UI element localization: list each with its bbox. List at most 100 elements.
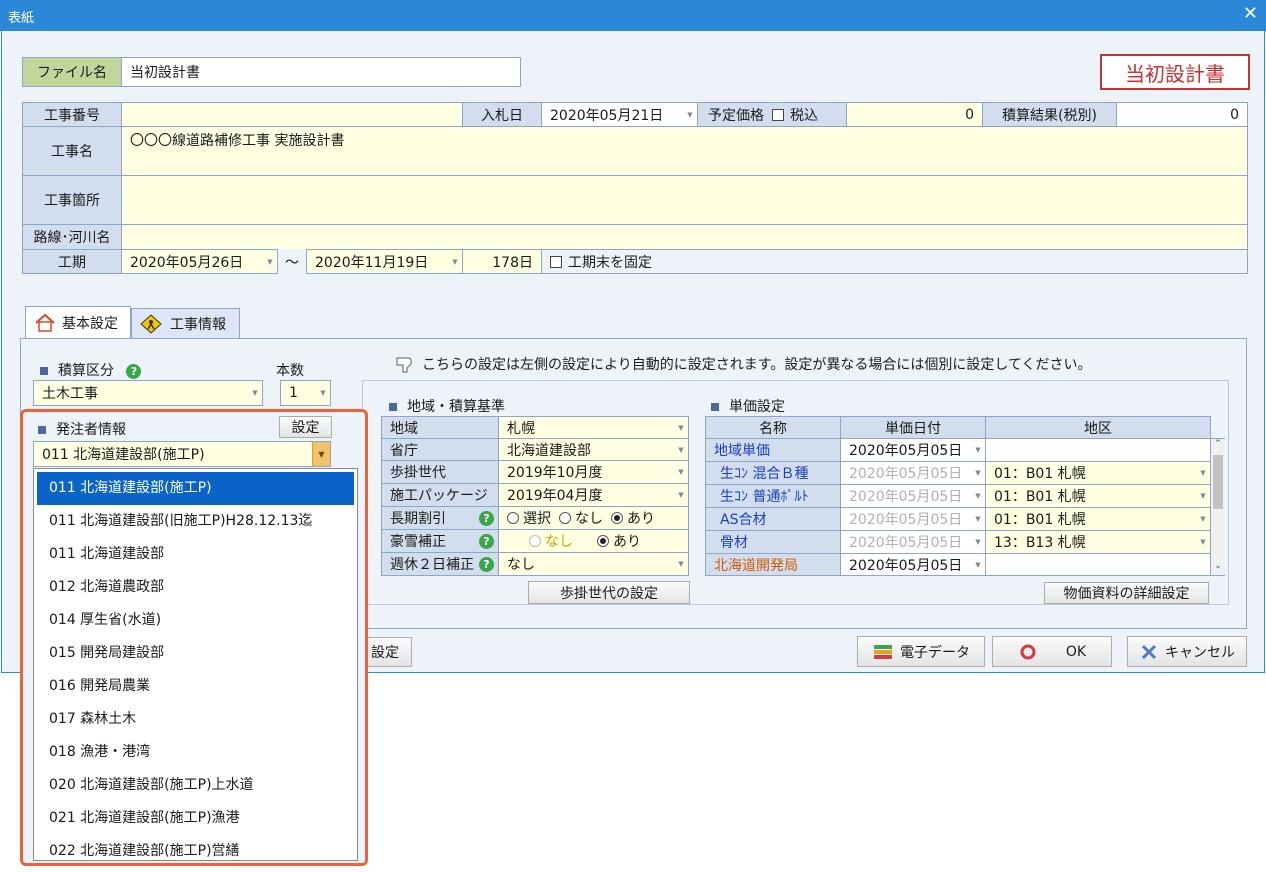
chevron-down-icon[interactable]: ▼ (674, 461, 688, 483)
generation-select[interactable]: 2019年10月度 ▼ (498, 460, 689, 484)
dropdown-option[interactable]: 011 北海道建設部(施工P) (37, 472, 354, 505)
dropdown-option[interactable]: 021 北海道建設部(施工P)漁港 (37, 802, 354, 835)
tab-basic-settings[interactable]: 基本設定 (25, 306, 131, 339)
bullet-icon (40, 367, 48, 375)
electronic-data-button[interactable]: 電子データ (857, 636, 985, 667)
tab-project-info[interactable]: 工事情報 (131, 308, 240, 338)
project-name-input[interactable]: 〇〇〇線道路補修工事 実施設計書 (121, 126, 1248, 176)
snow-correction-text: 豪雪補正 (390, 534, 446, 550)
client-select[interactable]: 011 北海道建設部(施工P) ▼ (33, 441, 331, 467)
estimate-type-select[interactable]: 土木工事 ▼ (33, 380, 263, 406)
price-row-area[interactable]: 01：B01 札幌 ▼ (985, 461, 1211, 485)
client-settings-button[interactable]: 設定 (279, 416, 332, 438)
price-detail-button[interactable]: 物価資料の詳細設定 (1044, 582, 1209, 604)
radio-snow-none[interactable] (529, 535, 541, 547)
chevron-down-icon[interactable]: ▼ (971, 462, 985, 484)
chevron-up-icon[interactable]: ⌃ (1211, 439, 1225, 453)
bullet-icon (711, 403, 719, 411)
radio-snow-yes[interactable] (597, 535, 609, 547)
price-title: 単価設定 (729, 399, 785, 415)
chevron-down-icon[interactable]: ▼ (248, 381, 262, 405)
price-row-area (985, 438, 1211, 462)
fix-end-checkbox[interactable] (550, 255, 562, 268)
route-input[interactable] (121, 224, 1248, 250)
chevron-down-icon[interactable]: ▼ (263, 250, 277, 273)
project-no-label: 工事番号 (22, 102, 122, 127)
price-row-area[interactable]: 01：B01 札幌 ▼ (985, 484, 1211, 508)
chevron-down-icon[interactable]: ▼ (312, 442, 330, 466)
price-row-date[interactable]: 2020年05月05日 ▼ (840, 507, 986, 531)
price-scrollbar[interactable]: ⌃ ⌄ (1211, 439, 1225, 575)
ok-button[interactable]: OK (992, 636, 1112, 667)
price-row-area (985, 553, 1211, 576)
region-select[interactable]: 札幌 ▼ (498, 416, 689, 439)
bid-date-picker[interactable]: 2020年05月21日 ▼ (541, 102, 698, 127)
price-row-date[interactable]: 2020年05月05日 ▼ (840, 461, 986, 485)
period-end-value: 2020年11月19日 (315, 254, 429, 271)
chevron-down-icon[interactable]: ▼ (1196, 462, 1210, 484)
help-icon[interactable]: ? (479, 533, 494, 549)
design-stamp: 当初設計書 (1100, 54, 1250, 90)
file-name-input[interactable]: 当初設計書 (121, 57, 521, 87)
dropdown-option[interactable]: 022 北海道建設部(施工P)営繕 (37, 835, 354, 860)
dropdown-option[interactable]: 012 北海道農政部 (37, 571, 354, 604)
package-select[interactable]: 2019年04月度 ▼ (498, 483, 689, 507)
generation-settings-button[interactable]: 歩掛世代の設定 (528, 581, 690, 604)
price-row-date[interactable]: 2020年05月05日 ▼ (840, 484, 986, 508)
chevron-down-icon[interactable]: ▼ (971, 554, 985, 575)
help-icon[interactable]: ? (479, 510, 494, 526)
price-row-area[interactable]: 01：B01 札幌 ▼ (985, 507, 1211, 531)
count-label: 本数 (276, 363, 304, 379)
chevron-down-icon[interactable]: ▼ (448, 250, 462, 273)
chevron-down-icon[interactable]: ▼ (674, 484, 688, 506)
chevron-down-icon[interactable]: ▼ (1196, 531, 1210, 553)
count-select[interactable]: 1 ▼ (280, 380, 331, 406)
radio-none[interactable] (559, 512, 571, 524)
scroll-thumb[interactable] (1213, 455, 1223, 509)
package-label: 施工パッケージ (381, 483, 499, 507)
project-no-input[interactable] (121, 102, 463, 127)
price-heading: 単価設定 (711, 396, 785, 416)
close-icon[interactable]: ✕ (1243, 3, 1258, 24)
price-row-area[interactable]: 13：B13 札幌 ▼ (985, 530, 1211, 554)
chevron-down-icon[interactable]: ▼ (971, 531, 985, 553)
dropdown-option[interactable]: 018 漁港・港湾 (37, 736, 354, 769)
price-row-date[interactable]: 2020年05月05日 ▼ (840, 553, 986, 576)
chevron-down-icon[interactable]: ▼ (674, 439, 688, 460)
ministry-select[interactable]: 北海道建設部 ▼ (498, 438, 689, 461)
chevron-down-icon[interactable]: ▼ (971, 485, 985, 507)
dropdown-option[interactable]: 016 開発局農業 (37, 670, 354, 703)
chevron-down-icon[interactable]: ▼ (971, 508, 985, 530)
chevron-down-icon[interactable]: ▼ (674, 553, 688, 575)
location-input[interactable] (121, 175, 1248, 225)
period-end-picker[interactable]: 2020年11月19日 ▼ (306, 249, 463, 274)
ministry-value: 北海道建設部 (507, 442, 591, 459)
help-icon[interactable]: ? (126, 363, 142, 379)
tax-checkbox[interactable] (772, 108, 784, 121)
dropdown-option[interactable]: 015 開発局建設部 (37, 637, 354, 670)
chevron-down-icon[interactable]: ⌄ (1211, 561, 1225, 575)
price-row-date[interactable]: 2020年05月05日 ▼ (840, 438, 986, 462)
dropdown-option[interactable]: 014 厚生省(水道) (37, 604, 354, 637)
dropdown-option[interactable]: 011 北海道建設部 (37, 538, 354, 571)
bullet-icon (389, 403, 397, 411)
cancel-button[interactable]: キャンセル (1127, 636, 1247, 667)
chevron-down-icon[interactable]: ▼ (971, 439, 985, 461)
price-row-date[interactable]: 2020年05月05日 ▼ (840, 530, 986, 554)
chevron-down-icon[interactable]: ▼ (316, 381, 330, 405)
chevron-down-icon[interactable]: ▼ (683, 103, 697, 126)
chevron-down-icon[interactable]: ▼ (1196, 508, 1210, 530)
planned-price-text: 予定価格 (708, 107, 764, 124)
period-start-picker[interactable]: 2020年05月26日 ▼ (121, 249, 278, 274)
dropdown-option[interactable]: 011 北海道建設部(旧施工P)H28.12.13迄 (37, 505, 354, 538)
chevron-down-icon[interactable]: ▼ (1196, 485, 1210, 507)
radio-select[interactable] (507, 512, 519, 524)
dropdown-option[interactable]: 017 森林土木 (37, 703, 354, 736)
help-icon[interactable]: ? (479, 556, 494, 572)
chevron-down-icon[interactable]: ▼ (674, 417, 688, 438)
planned-price-input[interactable]: 0 (846, 102, 983, 127)
radio-yes[interactable] (611, 512, 623, 524)
warning-sign-icon (140, 313, 162, 334)
dropdown-option[interactable]: 020 北海道建設部(施工P)上水道 (37, 769, 354, 802)
weekly-two-day-select[interactable]: なし ▼ (498, 552, 689, 576)
